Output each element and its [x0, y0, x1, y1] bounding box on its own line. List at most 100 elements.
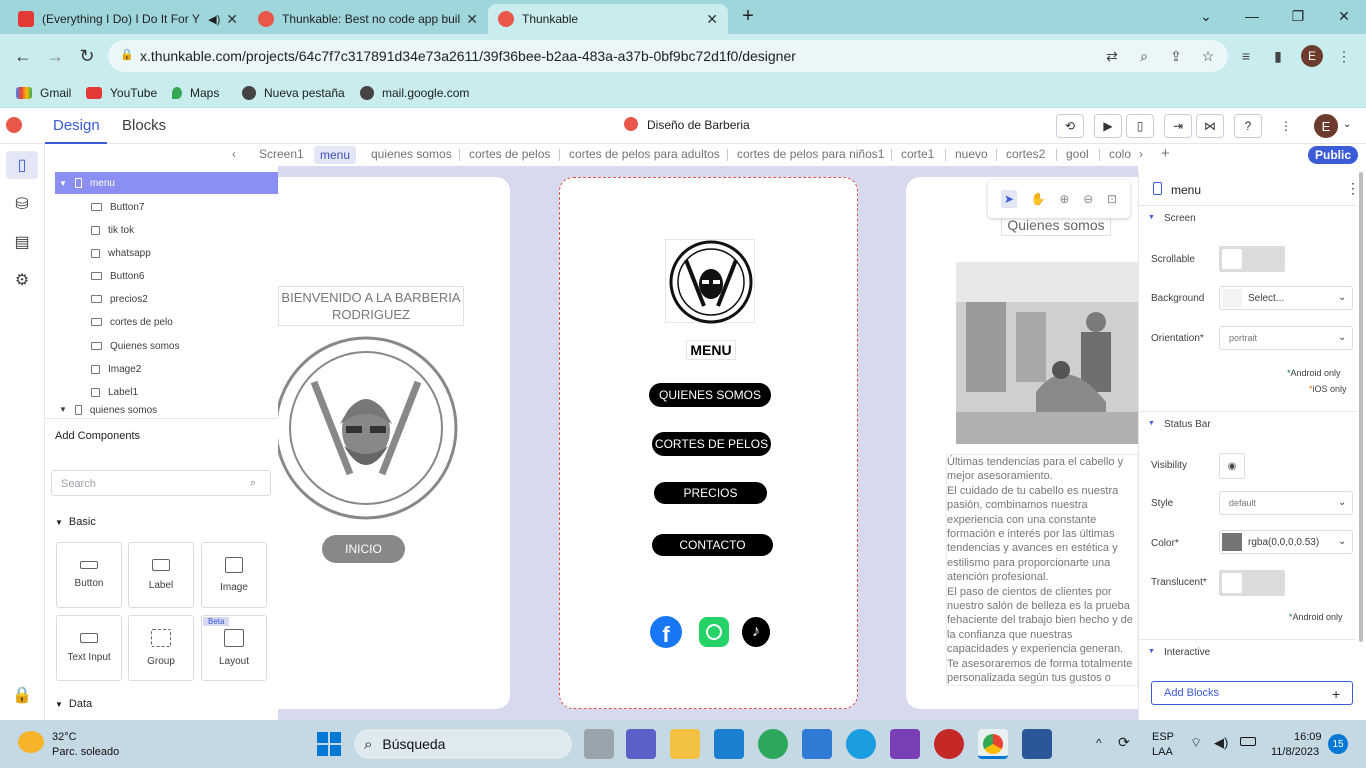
share-icon[interactable]: ⇪: [1166, 46, 1186, 66]
fit-screen-icon[interactable]: ⊡: [1107, 192, 1117, 206]
app-icon[interactable]: [934, 729, 964, 759]
tree-item[interactable]: whatsapp: [55, 242, 278, 264]
component-text-input[interactable]: Text Input: [56, 615, 122, 681]
search-input[interactable]: Search ⌕: [51, 470, 271, 496]
task-view-icon[interactable]: [584, 729, 614, 759]
inicio-button[interactable]: INICIO: [322, 535, 405, 563]
browser-tab[interactable]: (Everything I Do) I Do It For Y ◀) ✕: [8, 4, 248, 34]
reload-button[interactable]: ↻: [76, 45, 98, 67]
public-badge[interactable]: Public: [1308, 146, 1358, 164]
phone-design-icon[interactable]: ▯: [10, 153, 34, 177]
wifi-icon[interactable]: ⌔: [1190, 735, 1202, 751]
tab-design[interactable]: Design: [53, 117, 100, 134]
chevron-down-icon[interactable]: ⌄: [1196, 6, 1216, 26]
minimize-button[interactable]: —: [1242, 6, 1262, 26]
menu-logo-image[interactable]: [665, 239, 755, 324]
tree-item[interactable]: tik tok: [55, 219, 278, 241]
quienes-somos-button[interactable]: QUIENES SOMOS: [649, 383, 771, 407]
forward-button[interactable]: →: [44, 45, 66, 67]
screen-tab[interactable]: Screen1: [259, 147, 304, 161]
preview-icon[interactable]: ▶: [1094, 114, 1122, 138]
close-icon[interactable]: ✕: [466, 11, 478, 28]
user-avatar[interactable]: E: [1314, 114, 1338, 138]
teams-icon[interactable]: [626, 729, 656, 759]
hand-icon[interactable]: ✋: [1031, 192, 1046, 206]
scroll-right-icon[interactable]: ›: [1139, 147, 1143, 161]
zoom-icon[interactable]: ⌕: [1134, 46, 1154, 66]
component-group[interactable]: Group: [128, 615, 194, 681]
bookmark-gmail[interactable]: Gmail: [16, 83, 71, 103]
section-data[interactable]: ▼ Data: [55, 698, 92, 710]
battery-icon[interactable]: [1240, 737, 1256, 746]
style-select[interactable]: default ⌄: [1219, 491, 1353, 515]
component-image[interactable]: Image: [201, 542, 267, 608]
history-icon[interactable]: ⟲: [1056, 114, 1084, 138]
more-icon[interactable]: ⋮: [1272, 114, 1300, 138]
orientation-select[interactable]: portrait ⌄: [1219, 326, 1353, 350]
close-icon[interactable]: ✕: [706, 11, 718, 28]
background-select[interactable]: Select... ⌄: [1219, 286, 1353, 310]
screen-tab[interactable]: cortes de pelos: [469, 147, 550, 161]
chevron-down-icon[interactable]: ⌄: [1343, 119, 1351, 130]
component-label[interactable]: Label: [128, 542, 194, 608]
back-button[interactable]: ←: [12, 45, 34, 67]
database-icon[interactable]: ⛁: [10, 192, 34, 216]
star-icon[interactable]: ☆: [1198, 46, 1218, 66]
clock-time[interactable]: 16:09: [1294, 731, 1322, 743]
section-status-bar[interactable]: ▼ Status Bar: [1138, 411, 1356, 437]
eye-icon[interactable]: ◉: [1219, 453, 1245, 479]
language-code[interactable]: ESP: [1152, 731, 1174, 743]
kebab-menu-icon[interactable]: ⋮: [1334, 46, 1354, 66]
scrollbar[interactable]: [1359, 172, 1363, 642]
translucent-toggle[interactable]: [1219, 570, 1285, 596]
tree-item[interactable]: Button7: [55, 196, 278, 218]
section-interactive[interactable]: ▼ Interactive: [1138, 639, 1356, 665]
color-select[interactable]: rgba(0,0,0,0.53) ⌄: [1219, 530, 1353, 554]
tiktok-icon[interactable]: ♪: [742, 617, 770, 647]
browser-tab-active[interactable]: Thunkable ✕: [488, 4, 728, 34]
screen-tab[interactable]: cortes de pelos para adultos: [569, 147, 720, 161]
sync-icon[interactable]: ⟳: [1118, 734, 1130, 751]
barbershop-photo[interactable]: [956, 262, 1138, 444]
screen-tab[interactable]: cortes de pelos para niños1: [737, 147, 884, 161]
tree-item-selected[interactable]: ▼ menu: [55, 172, 278, 194]
quienes-description-label[interactable]: Últimas tendencias para el cabello y mej…: [946, 454, 1138, 686]
whatsapp-icon[interactable]: [699, 617, 729, 647]
tree-item[interactable]: Quienes somos: [55, 335, 278, 357]
screen-tab[interactable]: corte1: [901, 147, 934, 161]
bookmark-mail[interactable]: mail.google.com: [360, 83, 469, 103]
screen-tab-active[interactable]: menu: [314, 146, 357, 164]
reading-list-icon[interactable]: ≡: [1236, 46, 1256, 66]
screen-tab[interactable]: cortes2: [1006, 147, 1045, 161]
notification-badge[interactable]: 15: [1328, 734, 1348, 754]
section-screen[interactable]: ▼ Screen: [1138, 205, 1356, 231]
facebook-icon[interactable]: f: [650, 616, 682, 648]
scrollable-toggle[interactable]: [1219, 246, 1285, 272]
word-icon[interactable]: [1022, 729, 1052, 759]
zoom-in-icon[interactable]: ⊕: [1059, 192, 1069, 206]
new-tab-button[interactable]: +: [738, 5, 758, 27]
tab-blocks[interactable]: Blocks: [122, 117, 166, 134]
edge-icon[interactable]: [758, 729, 788, 759]
tree-item[interactable]: Button6: [55, 265, 278, 287]
thunkable-logo-icon[interactable]: [6, 117, 22, 133]
share-icon[interactable]: ⋈: [1196, 114, 1224, 138]
screen-tab[interactable]: gool: [1066, 147, 1089, 161]
pointer-icon[interactable]: ➤: [1000, 190, 1017, 208]
close-window-button[interactable]: ✕: [1334, 6, 1354, 26]
taskbar-search[interactable]: ⌕ Búsqueda: [354, 729, 572, 759]
keyboard-layout[interactable]: LAA: [1152, 746, 1173, 758]
phone-preview-icon[interactable]: ▯: [1126, 114, 1154, 138]
browser-tab[interactable]: Thunkable: Best no code app buil ✕: [248, 4, 488, 34]
tree-item[interactable]: Image2: [55, 358, 278, 380]
scroll-left-icon[interactable]: ‹: [232, 147, 236, 161]
visual-studio-icon[interactable]: [890, 729, 920, 759]
store-icon[interactable]: [802, 729, 832, 759]
speaker-icon[interactable]: ◀): [1214, 735, 1228, 751]
profile-avatar[interactable]: E: [1301, 45, 1323, 67]
section-basic[interactable]: ▼ Basic: [55, 516, 96, 528]
tree-item[interactable]: cortes de pelo: [55, 311, 278, 333]
lock-icon[interactable]: 🔒: [10, 683, 34, 707]
precios-button[interactable]: PRECIOS: [654, 482, 767, 504]
more-icon[interactable]: ⋮: [1346, 180, 1360, 197]
